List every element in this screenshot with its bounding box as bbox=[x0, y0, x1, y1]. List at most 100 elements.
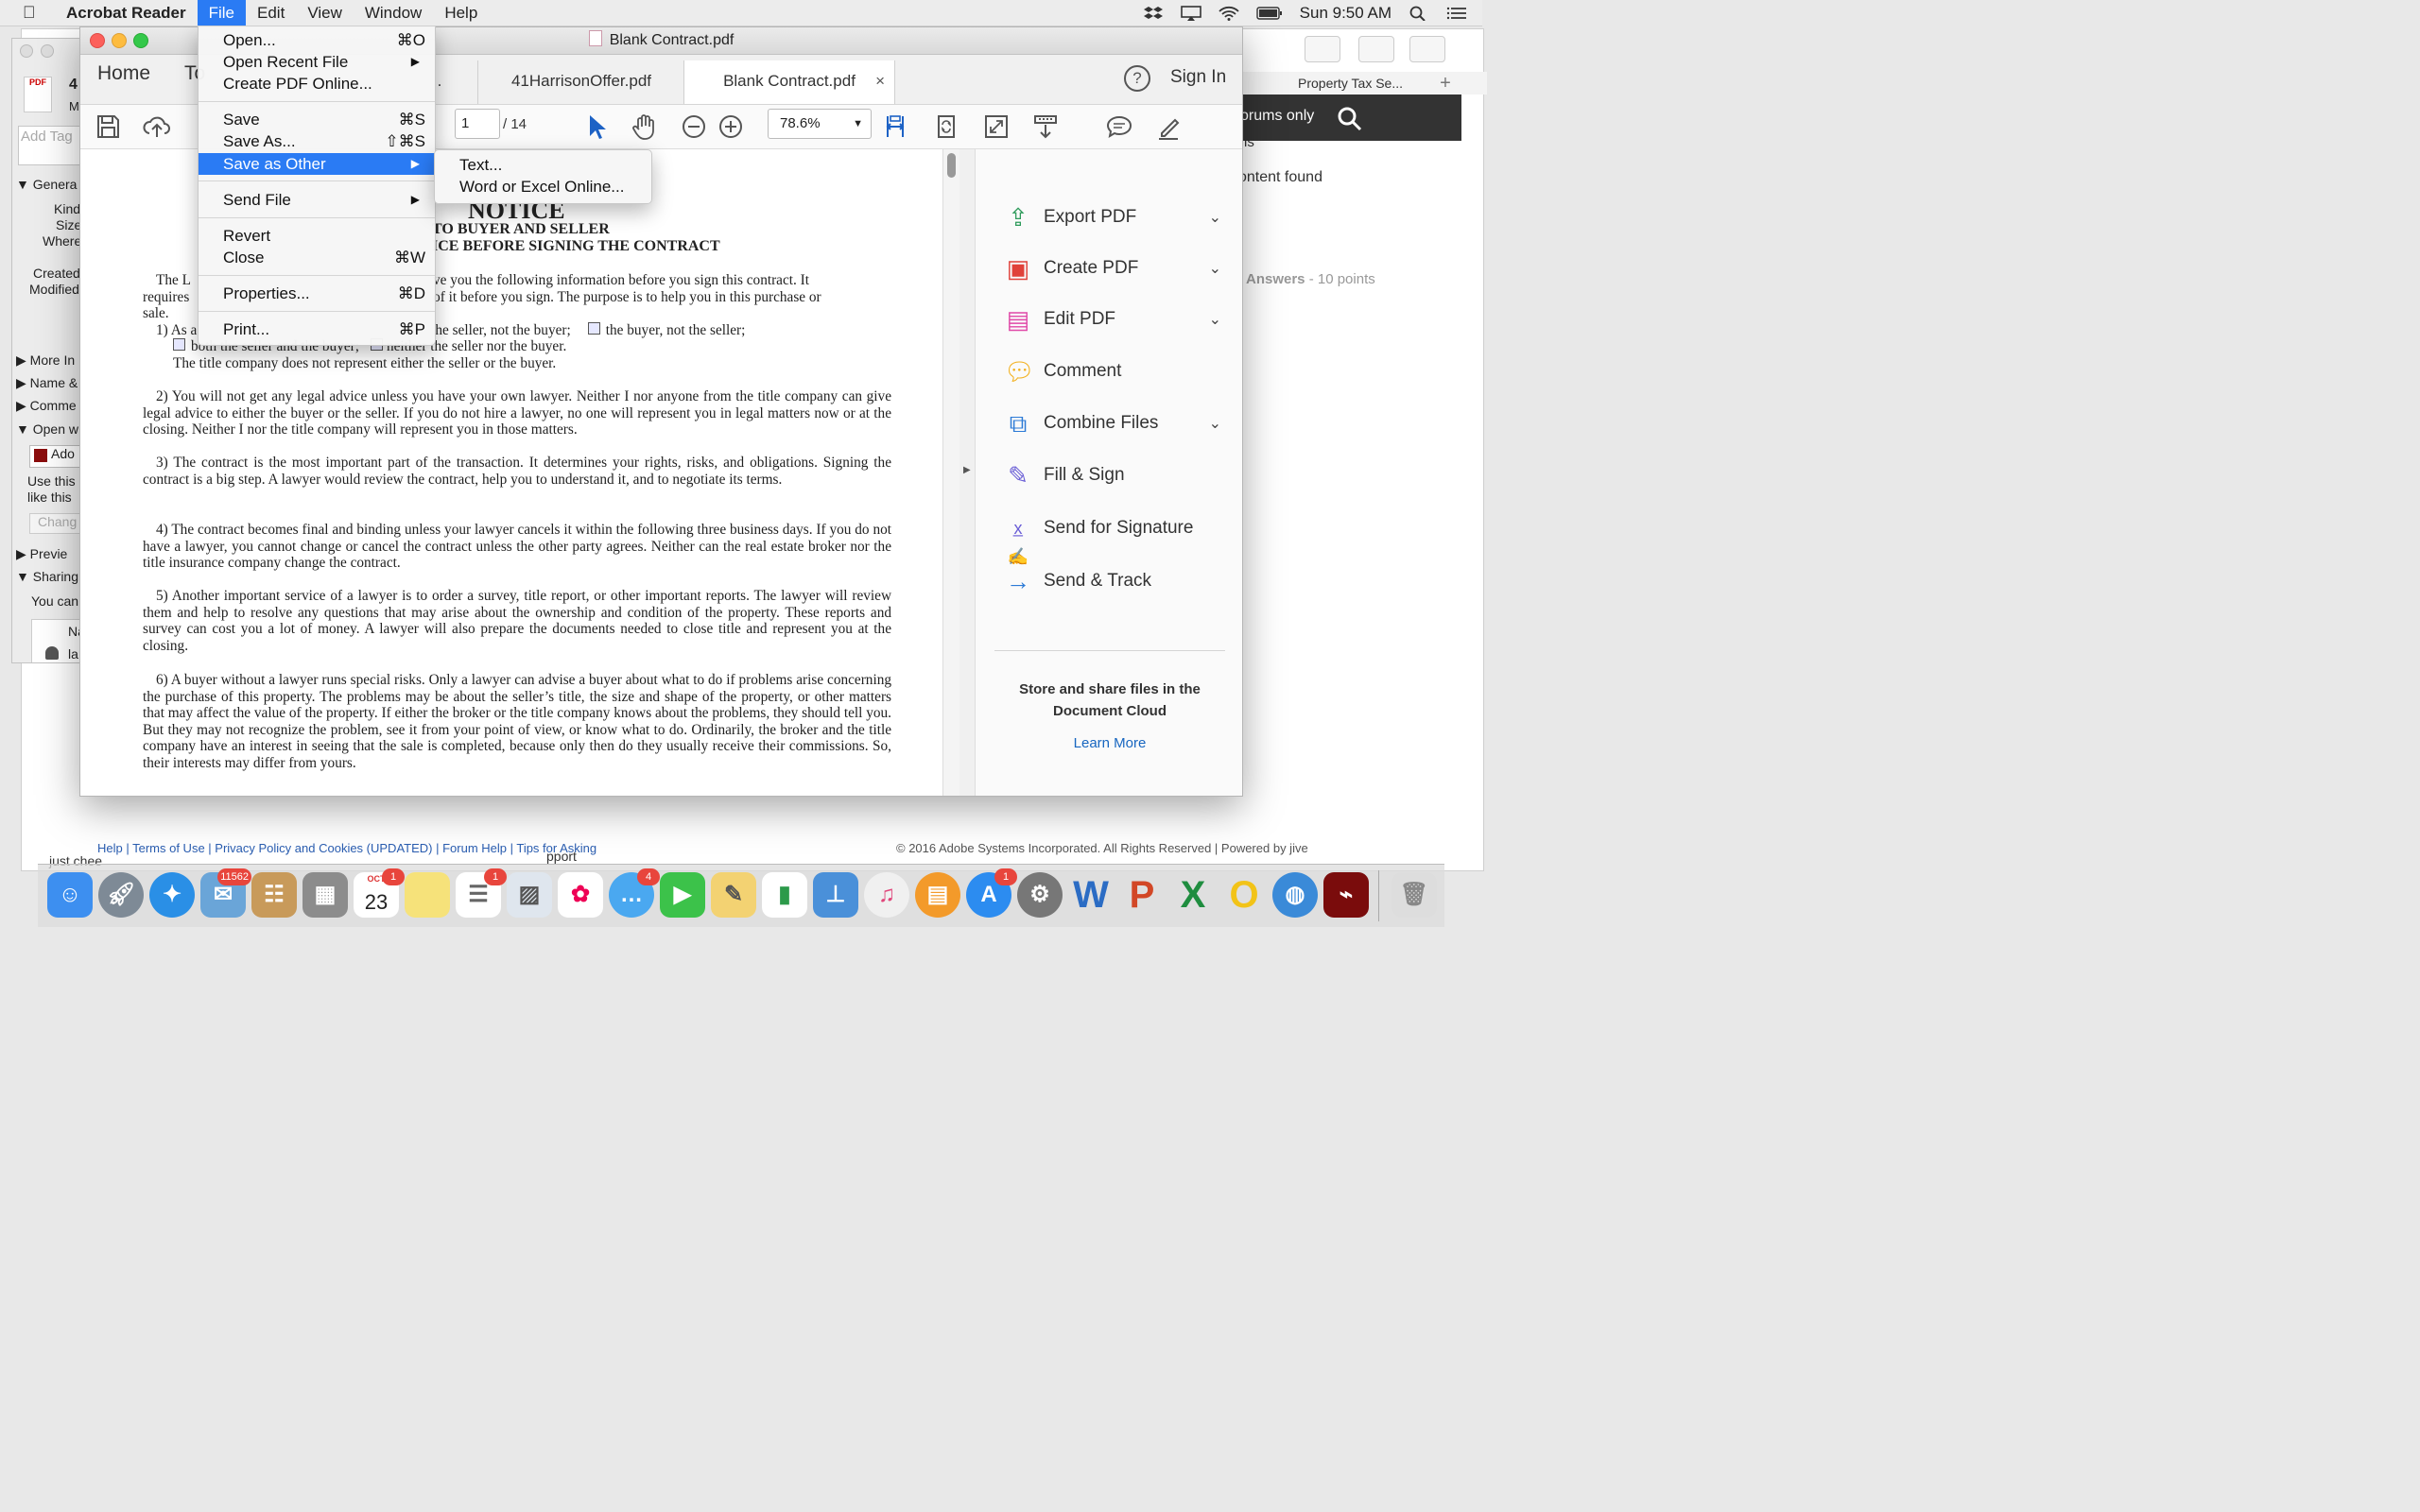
sign-pen-icon[interactable] bbox=[1152, 111, 1184, 143]
upload-cloud-icon[interactable] bbox=[141, 111, 173, 143]
outlook-icon[interactable]: O bbox=[1221, 872, 1267, 918]
help-icon[interactable]: ? bbox=[1124, 65, 1150, 92]
page-number-input[interactable]: 1 bbox=[455, 109, 500, 139]
tool-comment[interactable]: 💬︎ Comment bbox=[1004, 354, 1221, 388]
scroll-mode-icon[interactable] bbox=[1029, 111, 1062, 143]
keynote-icon[interactable]: ⊥ bbox=[813, 872, 858, 918]
tool-send-for-signature[interactable]: x̲✍ Send for Signature bbox=[1004, 511, 1221, 566]
menu-item-revert[interactable]: Revert bbox=[199, 225, 435, 247]
new-tab-icon[interactable]: + bbox=[1431, 72, 1460, 94]
airplay-icon[interactable] bbox=[1180, 5, 1201, 21]
open-with-popup[interactable]: Ado bbox=[29, 445, 84, 468]
photos-icon[interactable]: ✿ bbox=[558, 872, 603, 918]
menu-item-open-recent[interactable]: Open Recent File ▶ bbox=[199, 51, 435, 73]
section-more-info[interactable]: ▶ More In bbox=[16, 352, 75, 369]
scrollbar-thumb[interactable] bbox=[947, 153, 956, 178]
menu-item-properties[interactable]: Properties... ⌘D bbox=[199, 283, 435, 304]
doc-tab-41harrison[interactable]: 41HarrisonOffer.pdf bbox=[477, 60, 684, 104]
clock[interactable]: Sun 9:50 AM bbox=[1300, 4, 1392, 23]
acrobat-reader-icon[interactable]: ⌁ bbox=[1323, 872, 1369, 918]
fit-width-icon[interactable] bbox=[879, 111, 911, 143]
menu-help[interactable]: Help bbox=[433, 0, 489, 26]
section-preview[interactable]: ▶ Previe bbox=[16, 546, 67, 562]
submenu-item-word-excel-online[interactable]: Word or Excel Online... bbox=[459, 176, 624, 198]
word-icon[interactable]: W bbox=[1068, 872, 1114, 918]
menu-file[interactable]: File bbox=[197, 0, 247, 26]
chevron-down-icon[interactable]: ⌄ bbox=[1209, 414, 1221, 433]
close-dot-inactive[interactable] bbox=[20, 44, 33, 58]
powerpoint-icon[interactable]: P bbox=[1119, 872, 1165, 918]
dropbox-icon[interactable] bbox=[1143, 6, 1164, 21]
menu-item-save-as-other[interactable]: Save as Other ▶ bbox=[199, 153, 435, 175]
menu-item-close[interactable]: Close ⌘W bbox=[199, 247, 435, 268]
menu-view[interactable]: View bbox=[296, 0, 354, 26]
system-preferences-icon[interactable]: ⚙ bbox=[1017, 872, 1063, 918]
safari-icon[interactable]: ✦ bbox=[149, 872, 195, 918]
battery-icon[interactable] bbox=[1255, 6, 1283, 21]
excel-icon[interactable]: X bbox=[1170, 872, 1216, 918]
tool-send-track[interactable]: → Send & Track bbox=[1004, 564, 1221, 598]
minimize-window-button[interactable] bbox=[112, 33, 127, 48]
footer-links[interactable]: Help | Terms of Use | Privacy Policy and… bbox=[97, 841, 596, 855]
ibooks-icon[interactable]: ▤ bbox=[915, 872, 960, 918]
change-all-button[interactable]: Chang bbox=[29, 513, 84, 534]
permissions-table[interactable]: Na la bbox=[31, 619, 84, 662]
section-sharing[interactable]: ▼ Sharing bbox=[16, 569, 78, 584]
zoom-window-button[interactable] bbox=[133, 33, 148, 48]
mail-icon[interactable]: ✉ 11562 bbox=[200, 868, 251, 918]
menu-item-print[interactable]: Print... ⌘P bbox=[199, 318, 435, 340]
chevron-down-icon[interactable]: ⌄ bbox=[1209, 208, 1221, 227]
forum-search-bar[interactable]: orums only bbox=[1221, 94, 1461, 141]
tool-export-pdf[interactable]: ⇪ Export PDF ⌄ bbox=[1004, 200, 1221, 234]
tool-create-pdf[interactable]: ▣ Create PDF ⌄ bbox=[1004, 251, 1221, 285]
home-tab[interactable]: Home bbox=[97, 62, 150, 85]
chevron-down-icon[interactable]: ⌄ bbox=[1209, 310, 1221, 329]
rotate-page-icon[interactable] bbox=[930, 111, 962, 143]
learn-more-link[interactable]: Learn More bbox=[1010, 735, 1210, 751]
pages-icon[interactable]: ✎ bbox=[711, 872, 756, 918]
submenu-item-text[interactable]: Text... bbox=[459, 154, 502, 176]
finder-icon[interactable]: ☺ bbox=[47, 872, 93, 918]
tabs-overview-icon[interactable] bbox=[1409, 36, 1445, 62]
section-comments[interactable]: ▶ Comme bbox=[16, 398, 77, 414]
checkbox-both[interactable] bbox=[173, 338, 185, 351]
menu-edit[interactable]: Edit bbox=[246, 0, 296, 26]
network-globe-icon[interactable]: ◍ bbox=[1272, 872, 1318, 918]
app-store-icon[interactable]: A1 bbox=[966, 868, 1017, 918]
save-icon[interactable] bbox=[92, 111, 124, 143]
spotlight-icon[interactable] bbox=[1409, 6, 1429, 21]
menu-item-send-file[interactable]: Send File ▶ bbox=[199, 189, 435, 211]
reminders-icon[interactable]: ☰ 1 bbox=[456, 868, 507, 918]
menu-item-save-as[interactable]: Save As... ⇧⌘S bbox=[199, 130, 435, 152]
section-name-extension[interactable]: ▶ Name & bbox=[16, 375, 78, 391]
select-pointer-icon[interactable] bbox=[579, 111, 612, 143]
wifi-icon[interactable] bbox=[1219, 6, 1239, 21]
zoom-out-icon[interactable] bbox=[678, 111, 710, 143]
close-tab-icon[interactable]: × bbox=[875, 60, 885, 102]
section-open-with[interactable]: ▼ Open w bbox=[16, 421, 78, 437]
messages-icon[interactable]: … 4 bbox=[609, 868, 660, 918]
tags-field[interactable]: Add Tag bbox=[18, 126, 84, 165]
full-screen-icon[interactable] bbox=[980, 111, 1012, 143]
close-window-button[interactable] bbox=[90, 33, 105, 48]
menu-window[interactable]: Window bbox=[354, 0, 433, 26]
zoom-in-icon[interactable] bbox=[715, 111, 747, 143]
notification-center-icon[interactable] bbox=[1446, 6, 1467, 21]
notes-icon[interactable] bbox=[405, 872, 450, 918]
calendar-icon[interactable]: OCT 23 1 bbox=[354, 868, 405, 918]
hand-tool-icon[interactable] bbox=[629, 111, 661, 143]
section-general[interactable]: ▼ Genera bbox=[16, 177, 77, 192]
menu-item-open[interactable]: Open... ⌘O bbox=[199, 29, 435, 51]
contacts-icon[interactable]: ☷ bbox=[251, 872, 297, 918]
right-pane-toggle[interactable]: ▶ bbox=[959, 149, 975, 796]
trash-icon[interactable]: 🗑︎ bbox=[1392, 872, 1437, 918]
zoom-level-select[interactable]: 78.6% ▼ bbox=[768, 109, 872, 139]
sign-in-button[interactable]: Sign In bbox=[1170, 67, 1226, 88]
share-icon[interactable] bbox=[1358, 36, 1394, 62]
minimize-dot-inactive[interactable] bbox=[41, 44, 54, 58]
document-scrollbar[interactable] bbox=[942, 149, 960, 796]
tool-edit-pdf[interactable]: ▤ Edit PDF ⌄ bbox=[1004, 302, 1221, 336]
tool-fill-sign[interactable]: ✎ Fill & Sign bbox=[1004, 458, 1221, 492]
download-icon[interactable] bbox=[1305, 36, 1340, 62]
calculator-icon[interactable]: ▦ bbox=[302, 872, 348, 918]
